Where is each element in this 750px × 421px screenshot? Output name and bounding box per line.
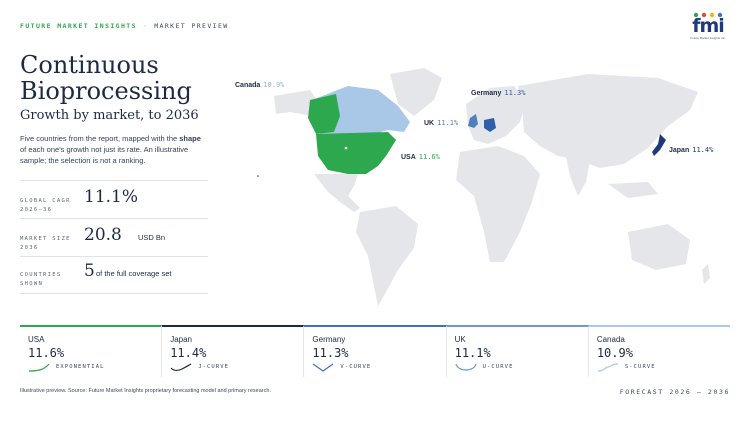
card-value: 11.4% bbox=[170, 346, 207, 360]
section-name: MARKET PREVIEW bbox=[154, 22, 229, 30]
logo-wordmark: fmi bbox=[692, 15, 725, 37]
stat-value: 20.8 bbox=[84, 225, 122, 245]
card-japan[interactable]: Japan 11.4% J-CURVE bbox=[162, 325, 305, 377]
stat-unit: USD Bn bbox=[138, 233, 166, 242]
stat-label-line1: MARKET SIZE bbox=[20, 236, 71, 242]
card-value: 11.3% bbox=[312, 346, 349, 360]
stat-label-line2: 2026–36 bbox=[20, 207, 53, 213]
description-pre: Five countries from the report, mapped w… bbox=[20, 134, 180, 143]
map-label-value: 11.4% bbox=[692, 146, 714, 154]
stat-label-line1: GLOBAL CAGR bbox=[20, 198, 71, 204]
new-zealand-shape bbox=[702, 264, 710, 284]
stat-label-line1: COUNTRIES bbox=[20, 272, 62, 278]
india-shape bbox=[566, 156, 590, 196]
map-label-name: UK bbox=[424, 120, 435, 127]
map-label-name: USA bbox=[401, 154, 416, 161]
v-curve-icon bbox=[313, 363, 334, 372]
stat-value: 11.1% bbox=[84, 187, 139, 207]
stat-countries: COUNTRIES SHOWN 5 of the full coverage s… bbox=[20, 256, 208, 294]
stat-label: COUNTRIES SHOWN bbox=[20, 271, 62, 289]
card-country: Canada bbox=[596, 335, 625, 344]
stat-label: MARKET SIZE 2036 bbox=[20, 235, 71, 253]
africa-shape bbox=[456, 146, 540, 262]
card-country: Japan bbox=[170, 335, 192, 344]
card-germany[interactable]: Germany 11.3% V-CURVE bbox=[304, 325, 447, 377]
brand-name: FUTURE MARKET INSIGHTS bbox=[20, 22, 137, 30]
map-label-name: Canada bbox=[235, 82, 261, 89]
stat-market-size: MARKET SIZE 2036 20.8 USD Bn bbox=[20, 218, 208, 256]
stat-global-cagr: GLOBAL CAGR 2026–36 11.1% bbox=[20, 180, 208, 218]
footer-note: Illustrative preview. Source: Future Mar… bbox=[20, 388, 271, 394]
page-title: Continuous Bioprocessing bbox=[20, 51, 192, 105]
u-curve-icon bbox=[455, 363, 477, 371]
map-label-japan: Japan 11.4% bbox=[669, 146, 713, 154]
card-value: 11.1% bbox=[454, 346, 491, 360]
description-bold: shape bbox=[179, 134, 201, 143]
logo-tagline: Future Market Insights Inc. bbox=[690, 36, 726, 40]
stat-unit: of the full coverage set bbox=[96, 269, 172, 278]
top-bar: FUTURE MARKET INSIGHTS · MARKET PREVIEW bbox=[20, 22, 229, 30]
usa-marker-icon bbox=[344, 146, 348, 150]
stat-label-line2: 2036 bbox=[20, 245, 39, 251]
usa-shape bbox=[316, 132, 396, 174]
map-label-usa: USA 11.6% bbox=[401, 153, 440, 161]
card-uk[interactable]: UK 11.1% U-CURVE bbox=[446, 325, 589, 377]
description-post: of each one's growth not just its rate. … bbox=[20, 145, 189, 165]
exponential-curve-icon bbox=[28, 363, 50, 372]
forecast-range: FORECAST 2026 – 2036 bbox=[619, 388, 730, 396]
card-curve: S-CURVE bbox=[624, 364, 656, 370]
page-subtitle: Growth by market, to 2036 bbox=[20, 108, 199, 123]
card-country: Germany bbox=[312, 335, 346, 344]
card-canada[interactable]: Canada 10.9% S-CURVE bbox=[588, 325, 731, 377]
card-curve: EXPONENTIAL bbox=[56, 364, 105, 370]
j-curve-icon bbox=[170, 363, 192, 371]
map-label-value: 11.1% bbox=[437, 119, 459, 127]
card-value: 10.9% bbox=[596, 346, 633, 360]
fmi-logo[interactable]: fmi Future Market Insights Inc. bbox=[686, 12, 730, 40]
map-label-value: 11.6% bbox=[418, 153, 440, 161]
map-label-name: Japan bbox=[669, 147, 690, 154]
card-value: 11.6% bbox=[28, 346, 65, 360]
header-separator: · bbox=[142, 22, 149, 30]
card-curve: J-CURVE bbox=[198, 364, 230, 370]
card-curve: V-CURVE bbox=[340, 364, 372, 370]
canada-west-shape bbox=[308, 94, 340, 134]
stat-label: GLOBAL CAGR 2026–36 bbox=[20, 197, 71, 215]
card-country: UK bbox=[454, 335, 466, 344]
australia-shape bbox=[628, 224, 690, 270]
map-label-name: Germany bbox=[471, 90, 502, 97]
card-usa[interactable]: USA 11.6% EXPONENTIAL bbox=[20, 325, 163, 377]
stat-value: 5 bbox=[84, 261, 95, 281]
south-america-shape bbox=[356, 206, 418, 306]
card-curve: U-CURVE bbox=[482, 364, 514, 370]
s-curve-icon bbox=[597, 363, 618, 372]
description: Five countries from the report, mapped w… bbox=[20, 133, 205, 166]
logo-dots-icon bbox=[693, 12, 723, 18]
map-label-uk: UK 11.1% bbox=[424, 119, 458, 127]
mexico-shape bbox=[314, 174, 360, 212]
hawaii-dot-icon bbox=[257, 175, 259, 177]
country-cards: USA 11.6% EXPONENTIAL Japan 11.4% J-CURV… bbox=[20, 325, 731, 377]
se-asia-shape bbox=[608, 182, 658, 198]
stat-label-line2: SHOWN bbox=[20, 281, 44, 287]
card-country: USA bbox=[28, 335, 45, 344]
map-label-value: 11.3% bbox=[504, 89, 526, 97]
map-label-germany: Germany 11.3% bbox=[471, 89, 525, 97]
map-label-value: 10.9% bbox=[263, 81, 285, 89]
map-label-canada: Canada 10.9% bbox=[235, 81, 284, 89]
